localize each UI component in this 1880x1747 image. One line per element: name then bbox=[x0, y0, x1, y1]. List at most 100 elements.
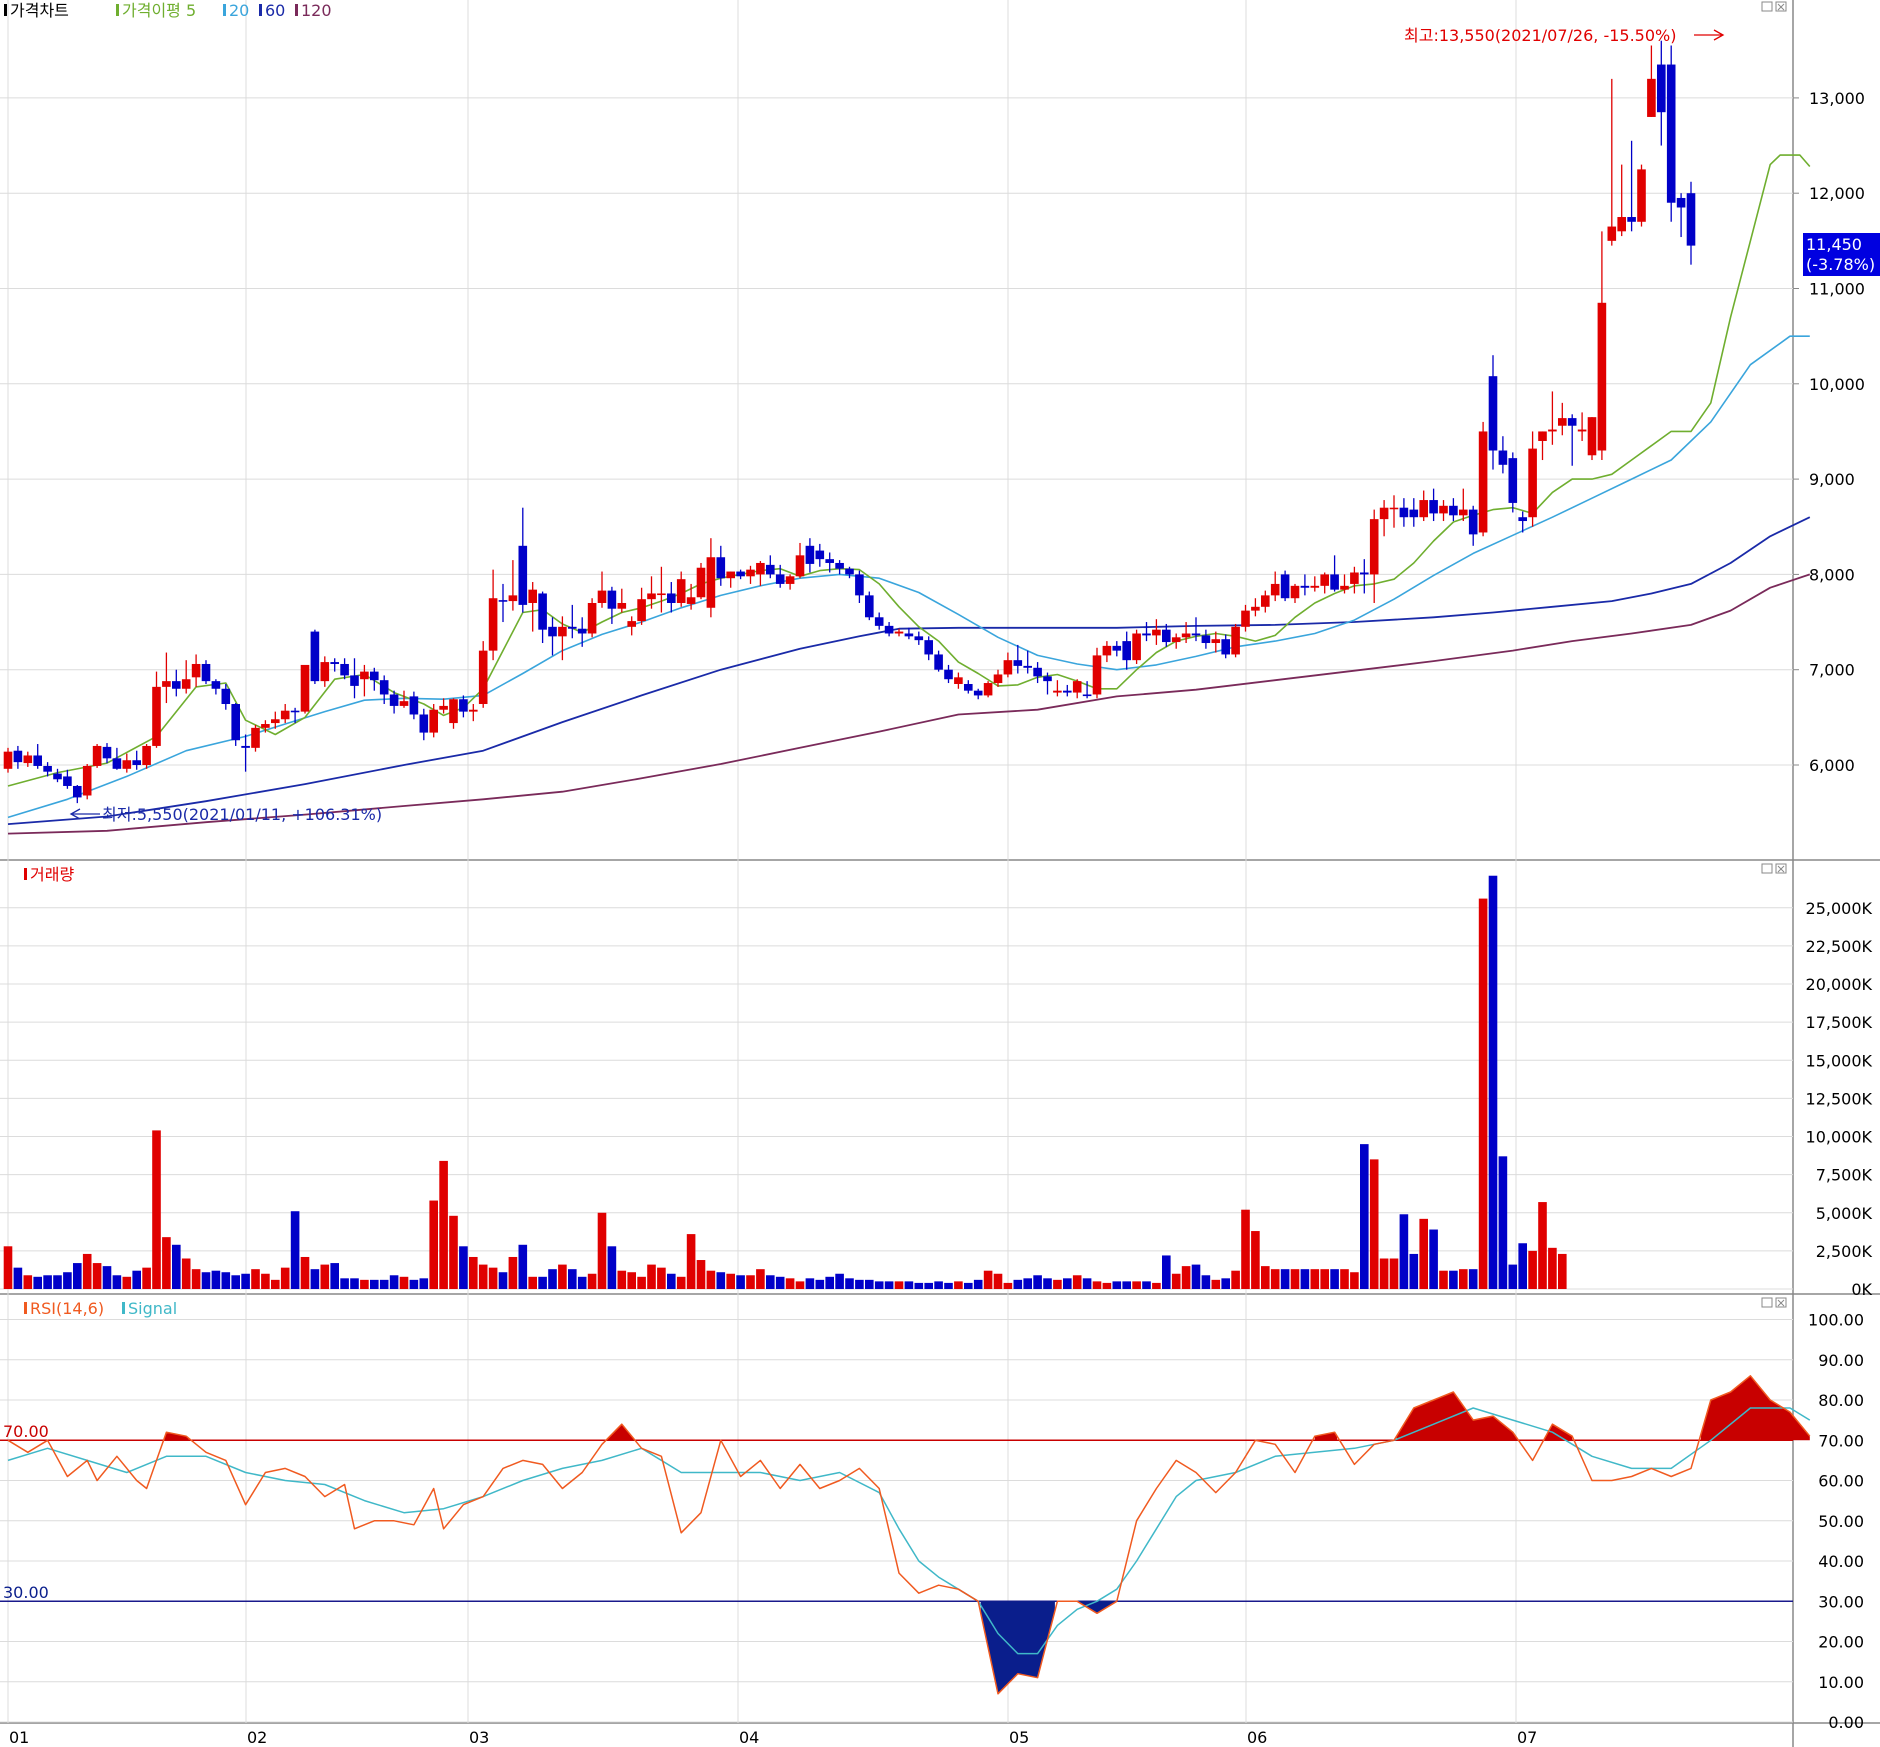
candle-body bbox=[825, 559, 834, 563]
candle-body bbox=[280, 710, 290, 720]
volume-bar bbox=[1330, 1269, 1339, 1289]
candle-body bbox=[954, 677, 963, 684]
volume-bar bbox=[1013, 1279, 1023, 1289]
candle-body bbox=[201, 663, 211, 682]
candle-body bbox=[1340, 585, 1349, 590]
candle-body bbox=[33, 755, 42, 766]
volume-bar bbox=[1528, 1250, 1537, 1289]
candle-body bbox=[884, 625, 894, 634]
legend-rsi: RSI(14,6) bbox=[30, 1299, 104, 1318]
candle-body bbox=[1072, 681, 1082, 693]
candle-body bbox=[459, 699, 468, 712]
candle-body bbox=[82, 765, 92, 796]
candle-body bbox=[142, 745, 151, 765]
candle-body bbox=[686, 597, 696, 604]
volume-bar bbox=[716, 1272, 726, 1289]
volume-bar bbox=[1132, 1281, 1141, 1289]
stock-chart[interactable]: 01 02 03 04 05 06 07 6,000 7,000 8,000 9,000 10,000… bbox=[0, 0, 1880, 1747]
volume-bar bbox=[617, 1270, 627, 1289]
volume-bar bbox=[973, 1279, 983, 1289]
candle-body bbox=[835, 562, 844, 569]
volume-bar bbox=[439, 1160, 448, 1289]
volume-bar bbox=[805, 1278, 815, 1289]
volume-bar bbox=[993, 1273, 1003, 1289]
volume-bar bbox=[251, 1269, 260, 1289]
volume-bar bbox=[538, 1276, 547, 1289]
volume-bar bbox=[1320, 1269, 1329, 1289]
candle-body bbox=[983, 683, 993, 696]
candle-body bbox=[1528, 448, 1537, 518]
candle-body bbox=[300, 664, 310, 712]
legend-ma5: 가격이평 5 bbox=[122, 1, 196, 20]
candle-body bbox=[973, 690, 983, 696]
volume-bar bbox=[102, 1266, 112, 1289]
candle-body bbox=[1053, 690, 1062, 693]
volume-bar bbox=[73, 1263, 82, 1289]
candle-body bbox=[1449, 505, 1458, 516]
volume-bar bbox=[1270, 1269, 1280, 1289]
legend-ma60: 60 bbox=[265, 1, 285, 20]
candle-body bbox=[231, 704, 240, 741]
candle-body bbox=[518, 545, 528, 605]
volume-bar bbox=[845, 1278, 854, 1289]
candle-body bbox=[1459, 509, 1468, 516]
volume-bar bbox=[419, 1278, 429, 1289]
volume-bar bbox=[389, 1275, 399, 1289]
volume-bar bbox=[33, 1276, 42, 1289]
candle-body bbox=[181, 679, 191, 689]
candle-body bbox=[13, 750, 23, 763]
volume-bar bbox=[865, 1279, 874, 1289]
rsi-tick-label: 80.00 bbox=[1818, 1391, 1864, 1410]
volume-bar bbox=[746, 1275, 755, 1289]
candle-body bbox=[221, 688, 231, 705]
legend-ma120: 120 bbox=[301, 1, 332, 20]
volume-bar bbox=[914, 1282, 924, 1289]
volume-bar bbox=[1162, 1255, 1171, 1289]
high-annotation: 최고:13,550(2021/07/26, -15.50%) bbox=[1404, 26, 1676, 45]
volume-bar bbox=[1102, 1282, 1112, 1289]
volume-bar bbox=[172, 1244, 181, 1289]
candle-body bbox=[558, 626, 567, 637]
candle-body bbox=[676, 579, 686, 603]
rsi-upper-label: 70.00 bbox=[3, 1422, 49, 1441]
candle-body bbox=[637, 599, 646, 622]
volume-bar bbox=[1181, 1266, 1191, 1289]
volume-bar bbox=[607, 1246, 617, 1289]
candle-body bbox=[1063, 690, 1072, 693]
candle-body bbox=[419, 714, 429, 733]
volume-bar bbox=[132, 1270, 141, 1289]
volume-bar bbox=[676, 1276, 686, 1289]
volume-bar bbox=[181, 1258, 191, 1289]
candle-body bbox=[409, 696, 419, 715]
candle-body bbox=[1142, 633, 1151, 636]
candle-body bbox=[508, 595, 518, 602]
volume-bar bbox=[1241, 1209, 1250, 1289]
candle-body bbox=[1567, 418, 1577, 426]
volume-bar bbox=[1072, 1275, 1082, 1289]
volume-bar bbox=[1459, 1269, 1468, 1289]
candle-body bbox=[1152, 629, 1161, 636]
candle-body bbox=[785, 576, 795, 584]
volume-bar bbox=[934, 1281, 943, 1289]
volume-bar bbox=[1538, 1202, 1547, 1289]
volume-bar bbox=[785, 1278, 795, 1289]
candle-body bbox=[1666, 64, 1676, 203]
candle-body bbox=[904, 633, 914, 637]
volume-bar bbox=[1389, 1258, 1399, 1289]
candle-body bbox=[1587, 417, 1597, 456]
candle-body bbox=[1607, 226, 1617, 241]
volume-bar bbox=[449, 1215, 458, 1289]
volume-bar bbox=[211, 1270, 221, 1289]
volume-bar bbox=[904, 1281, 914, 1289]
candle-body bbox=[330, 662, 339, 664]
volume-bar bbox=[528, 1276, 537, 1289]
volume-bar bbox=[53, 1275, 62, 1289]
candle-body bbox=[469, 709, 478, 712]
candle-body bbox=[855, 574, 864, 596]
volume-bar bbox=[627, 1272, 636, 1289]
candle-body bbox=[1498, 450, 1508, 465]
price-tick-label: 11,000 bbox=[1809, 280, 1865, 299]
candle-body bbox=[993, 674, 1003, 684]
candle-body bbox=[597, 590, 607, 603]
volume-bar bbox=[815, 1279, 825, 1289]
